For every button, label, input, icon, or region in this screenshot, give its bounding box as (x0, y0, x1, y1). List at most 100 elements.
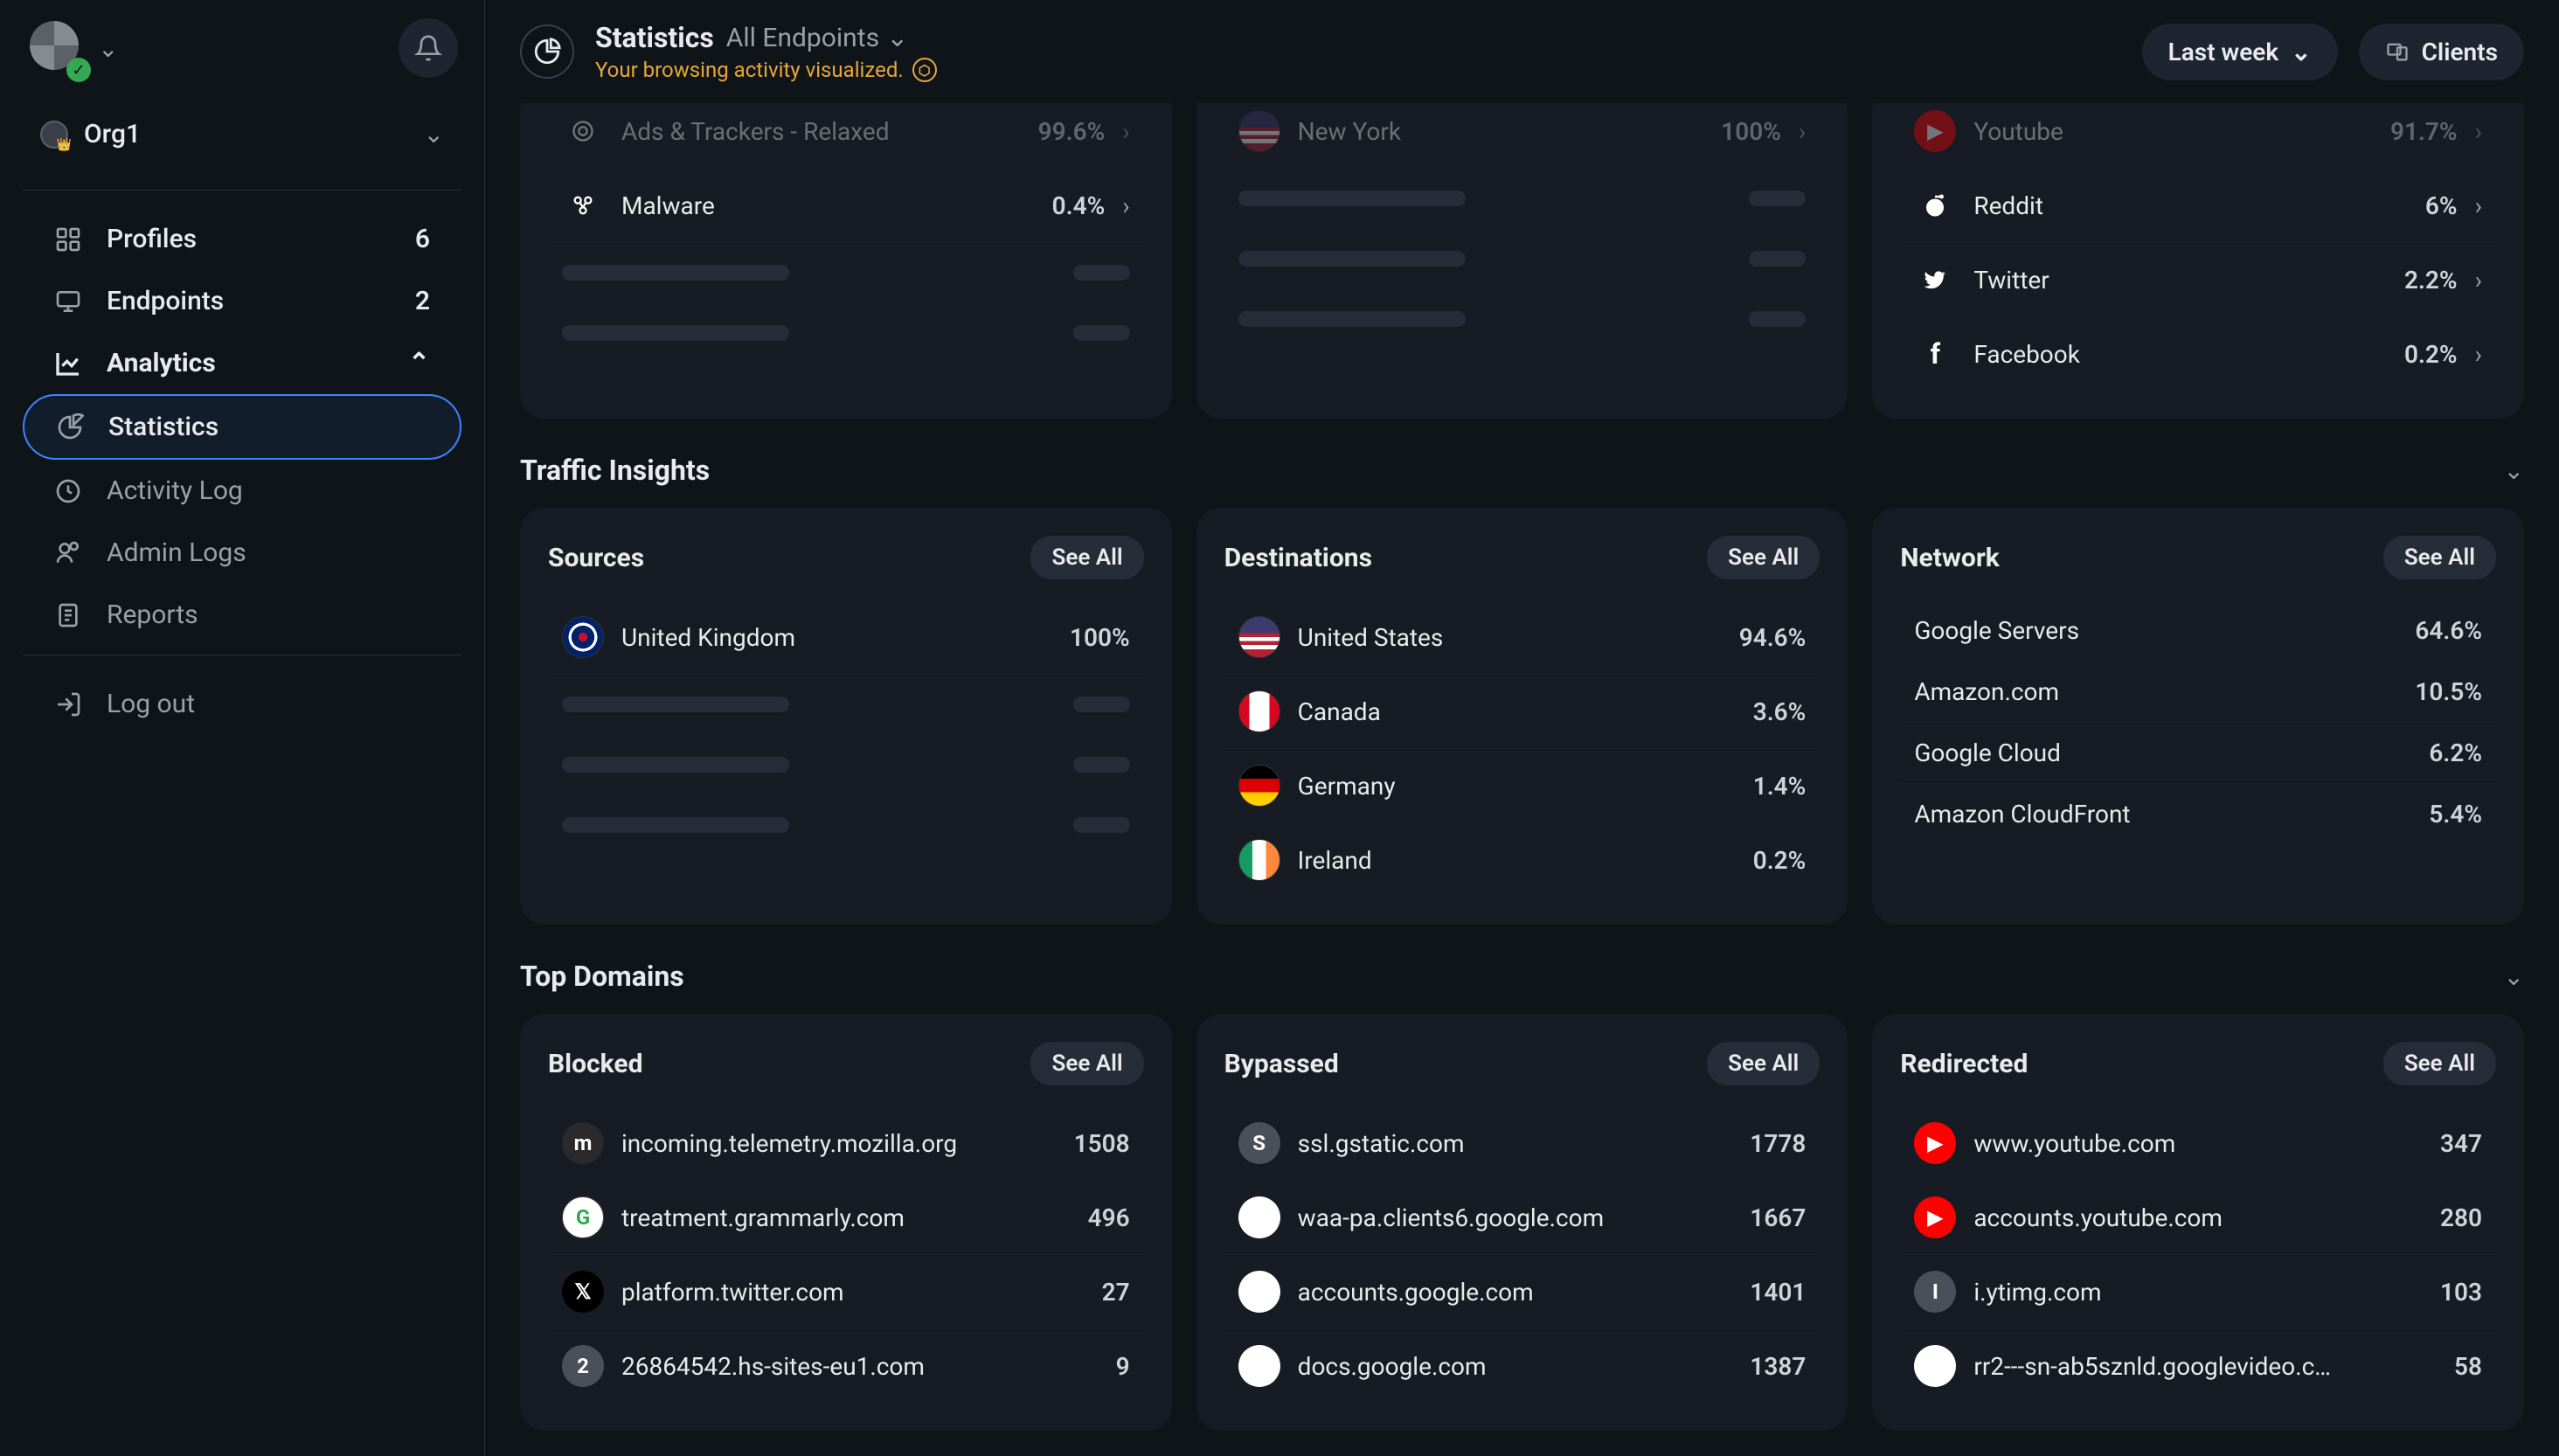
card-blocked: Blocked See All mincoming.telemetry.mozi… (520, 1014, 1172, 1431)
list-item[interactable]: Ii.ytimg.com103 (1900, 1255, 2496, 1329)
flag-icon (1238, 616, 1280, 658)
list-item[interactable]: Sssl.gstatic.com1778 (1224, 1106, 1820, 1181)
chevron-up-icon: ⌃ (408, 348, 430, 378)
reports-icon (54, 601, 86, 629)
sidebar-item-label: Admin Logs (107, 537, 246, 568)
list-item[interactable]: Gaccounts.google.com1401 (1224, 1255, 1820, 1329)
chevron-down-icon: ⌄ (886, 23, 908, 53)
list-item[interactable]: 𝕏platform.twitter.com27 (548, 1255, 1144, 1329)
clients-icon (2385, 39, 2410, 64)
sidebar-item-logout[interactable]: Log out (23, 673, 461, 735)
list-item[interactable]: Google Cloud6.2% (1900, 723, 2496, 784)
sidebar-item-label: Log out (107, 689, 195, 719)
statistics-icon (520, 24, 574, 79)
list-item[interactable]: Ads & Trackers - Relaxed 99.6% › (548, 103, 1144, 169)
sidebar-item-count: 2 (415, 286, 430, 316)
list-item[interactable]: Gdocs.google.com1387 (1224, 1329, 1820, 1403)
sidebar-item-label: Activity Log (107, 475, 243, 506)
see-all-button[interactable]: See All (1707, 1042, 1820, 1085)
see-all-button[interactable]: See All (2383, 536, 2496, 579)
sidebar-item-analytics[interactable]: Analytics ⌃ (23, 332, 461, 394)
facebook-icon: f (1914, 333, 1956, 375)
chevron-down-icon: ⌄ (2291, 38, 2311, 66)
flag-icon (1238, 839, 1280, 881)
list-item[interactable]: 226864542.hs-sites-eu1.com9 (548, 1329, 1144, 1403)
statistics-icon (56, 413, 87, 441)
list-item[interactable]: ▶www.youtube.com347 (1900, 1106, 2496, 1181)
favicon: m (562, 1122, 604, 1164)
page-title: Statistics (595, 21, 714, 54)
list-item[interactable]: Google Servers64.6% (1900, 600, 2496, 662)
sidebar-item-endpoints[interactable]: Endpoints 2 (23, 270, 461, 332)
youtube-icon: ▶ (1914, 110, 1956, 152)
list-item[interactable]: Canada3.6% (1224, 675, 1820, 749)
see-all-button[interactable]: See All (2383, 1042, 2496, 1085)
collapse-toggle[interactable]: ⌄ (2504, 456, 2524, 485)
list-item[interactable]: Malware 0.4% › (548, 169, 1144, 243)
list-item[interactable]: ▶ Youtube 91.7% › (1900, 103, 2496, 169)
sidebar-item-activity-log[interactable]: Activity Log (23, 460, 461, 522)
page-tagline: Your browsing activity visualized. ⬡ (595, 58, 2121, 82)
chevron-right-icon: › (1799, 117, 1806, 146)
activity-log-icon (54, 477, 86, 505)
list-item[interactable]: Grr2---sn-ab5sznld.googlevideo.c…58 (1900, 1329, 2496, 1403)
card-threats: Ads & Trackers - Relaxed 99.6% › Malware… (520, 103, 1172, 419)
list-item[interactable]: United Kingdom 100% (548, 600, 1144, 675)
list-item[interactable]: Gtreatment.grammarly.com496 (548, 1181, 1144, 1255)
see-all-button[interactable]: See All (1030, 536, 1143, 579)
logout-icon (54, 690, 86, 718)
chevron-right-icon: › (1122, 191, 1129, 220)
list-item[interactable]: f Facebook 0.2% › (1900, 317, 2496, 391)
chevron-down-icon: ⌄ (98, 34, 118, 63)
uk-flag-icon (562, 616, 604, 658)
chevron-right-icon: › (2475, 117, 2482, 146)
list-item[interactable]: Twitter 2.2% › (1900, 243, 2496, 317)
list-item[interactable]: Reddit 6% › (1900, 169, 2496, 243)
favicon: S (1238, 1122, 1280, 1164)
see-all-button[interactable]: See All (1030, 1042, 1143, 1085)
see-all-button[interactable]: See All (1707, 536, 1820, 579)
sidebar-item-reports[interactable]: Reports (23, 584, 461, 646)
favicon: G (1238, 1196, 1280, 1238)
sidebar-item-label: Reports (107, 600, 198, 630)
list-item[interactable]: New York 100% › (1224, 103, 1820, 169)
sidebar-item-count: 6 (415, 224, 430, 254)
card-destinations: Destinations See All United States94.6%C… (1196, 508, 1848, 925)
list-item[interactable]: ▶accounts.youtube.com280 (1900, 1181, 2496, 1255)
clients-button[interactable]: Clients (2359, 24, 2524, 80)
section-traffic-insights: Traffic Insights ⌄ (520, 454, 2524, 487)
sidebar-item-admin-logs[interactable]: Admin Logs (23, 522, 461, 584)
collapse-toggle[interactable]: ⌄ (2504, 962, 2524, 991)
notifications-button[interactable] (399, 18, 458, 78)
timerange-dropdown[interactable]: Last week ⌄ (2142, 24, 2338, 80)
card-network: Network See All Google Servers64.6%Amazo… (1872, 508, 2524, 925)
endpoints-icon (54, 288, 86, 315)
list-item[interactable]: Amazon.com10.5% (1900, 662, 2496, 723)
sidebar-item-label: Profiles (107, 224, 394, 254)
list-item[interactable]: Amazon CloudFront5.4% (1900, 784, 2496, 844)
chevron-right-icon: › (1122, 117, 1129, 146)
analytics-icon (54, 350, 86, 378)
list-item[interactable]: mincoming.telemetry.mozilla.org1508 (548, 1106, 1144, 1181)
favicon: ▶ (1914, 1122, 1956, 1164)
org-selector[interactable]: 👑 Org1 ⌄ (23, 105, 461, 163)
favicon: G (1238, 1271, 1280, 1313)
list-item[interactable]: Germany1.4% (1224, 749, 1820, 823)
favicon: G (562, 1196, 604, 1238)
section-top-domains: Top Domains ⌄ (520, 960, 2524, 993)
card-services: ▶ Youtube 91.7% › Reddit 6% › Twitter (1872, 103, 2524, 419)
list-item[interactable]: United States94.6% (1224, 600, 1820, 675)
chevron-down-icon: ⌄ (424, 120, 444, 149)
flag-icon (1238, 765, 1280, 807)
page-header: Statistics All Endpoints ⌄ Your browsing… (485, 0, 2559, 103)
list-item[interactable]: Ireland0.2% (1224, 823, 1820, 897)
app-logo[interactable]: ✓ ⌄ (26, 17, 118, 79)
list-item[interactable]: Gwaa-pa.clients6.google.com1667 (1224, 1181, 1820, 1255)
scope-dropdown[interactable]: All Endpoints ⌄ (726, 23, 908, 53)
reddit-icon (1914, 184, 1956, 226)
sidebar-item-profiles[interactable]: Profiles 6 (23, 208, 461, 270)
sidebar-item-statistics[interactable]: Statistics (23, 394, 461, 460)
chevron-right-icon: › (2475, 191, 2482, 220)
sidebar-item-label: Endpoints (107, 286, 394, 316)
org-name: Org1 (84, 119, 408, 149)
